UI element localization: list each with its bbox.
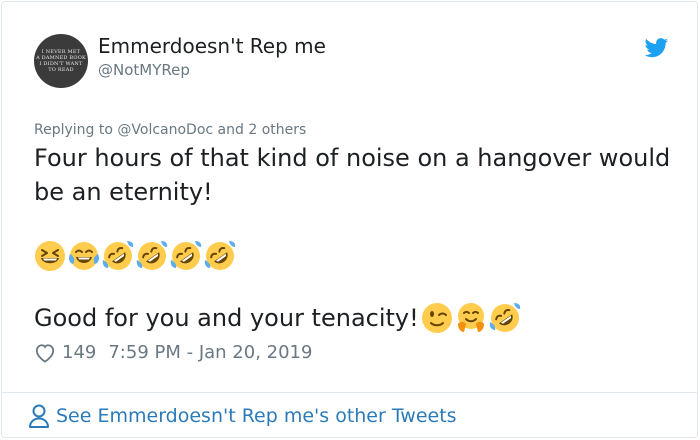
tweet-text-line-1: Four hours of that kind of noise on a ha…	[34, 144, 671, 172]
tweet-timestamp[interactable]: 7:59 PM - Jan 20, 2019	[108, 342, 312, 363]
line3-emojis	[421, 302, 521, 334]
user-handle[interactable]: @NotMYRep	[98, 61, 190, 79]
face-with-tears-of-joy-emoji-icon	[69, 242, 99, 270]
rolling-on-floor-laughing-emoji-icon	[489, 303, 520, 332]
avatar[interactable]: I NEVER MET A DAMNED BOOK I DIDN'T WANT …	[34, 34, 88, 88]
reply-prefix: Replying to	[34, 122, 118, 138]
see-other-tweets-link[interactable]: See Emmerdoesn't Rep me's other Tweets	[28, 403, 457, 429]
reply-suffix[interactable]: and 2 others	[213, 122, 307, 138]
rolling-on-floor-laughing-emoji-icon	[170, 241, 202, 270]
rolling-on-floor-laughing-emoji-icon	[102, 241, 134, 270]
tweet-meta: 149 7:59 PM - Jan 20, 2019	[34, 342, 312, 363]
winking-face-emoji-icon	[421, 303, 452, 333]
display-name[interactable]: Emmerdoesn't Rep me	[98, 34, 326, 58]
rolling-on-floor-laughing-emoji-icon	[136, 241, 168, 270]
person-icon	[29, 404, 49, 428]
reply-context: Replying to @VolcanoDoc and 2 others	[34, 122, 306, 138]
heart-icon[interactable]	[34, 343, 56, 363]
tweet-footer: See Emmerdoesn't Rep me's other Tweets	[2, 392, 697, 438]
like-count[interactable]: 149	[62, 342, 96, 363]
twitter-bird-icon[interactable]	[644, 38, 669, 58]
tweet-text-line-2: be an eternity!	[34, 178, 213, 206]
avatar-text-4: TO READ	[48, 67, 74, 73]
tweet-text-line-3: Good for you and your tenacity!	[34, 302, 521, 334]
emoji-row	[34, 240, 236, 272]
rolling-on-floor-laughing-emoji-icon	[204, 241, 236, 270]
tweet-text-line-3-text: Good for you and your tenacity!	[34, 304, 419, 332]
reply-mention-link[interactable]: @VolcanoDoc	[117, 122, 213, 138]
embedded-tweet-card: I NEVER MET A DAMNED BOOK I DIDN'T WANT …	[1, 1, 698, 438]
grinning-squinting-face-emoji-icon	[35, 241, 65, 271]
hugging-face-emoji-icon	[457, 303, 484, 332]
see-other-tweets-label[interactable]: See Emmerdoesn't Rep me's other Tweets	[56, 405, 457, 427]
